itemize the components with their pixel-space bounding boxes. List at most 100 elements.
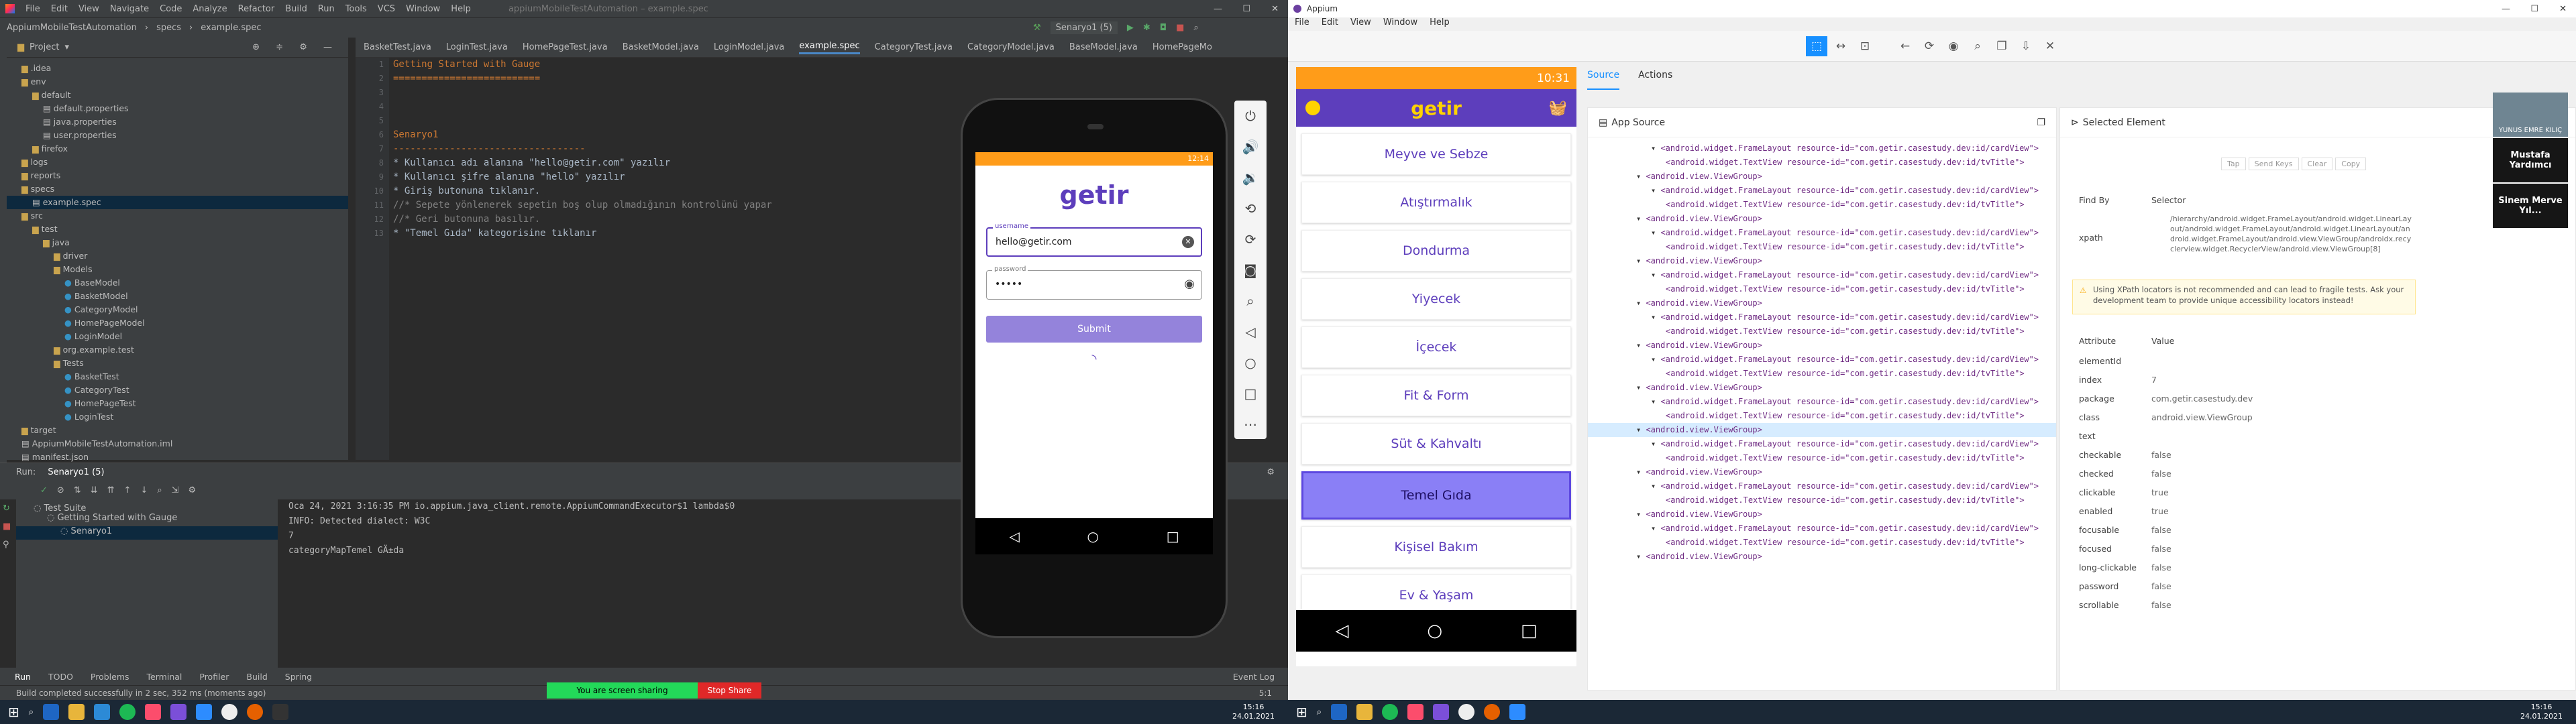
intellij-icon[interactable] bbox=[1407, 704, 1424, 720]
tree-item[interactable]: ▤ example.spec bbox=[0, 196, 348, 209]
caret-icon[interactable]: ▾ bbox=[1651, 186, 1660, 195]
down-icon[interactable]: ↓ bbox=[140, 485, 148, 495]
window-maximize-icon[interactable]: ☐ bbox=[1242, 4, 1250, 14]
chrome-icon[interactable] bbox=[221, 704, 238, 720]
zoom-icon[interactable]: ⌕ bbox=[1234, 286, 1267, 316]
ide-menu-help[interactable]: Help bbox=[451, 4, 471, 14]
xml-node[interactable]: ▾ <android.view.ViewGroup> bbox=[1588, 423, 2056, 437]
xml-node[interactable]: ▾ <android.widget.FrameLayout resource-i… bbox=[1588, 479, 2056, 493]
more-icon[interactable]: ⋯ bbox=[1234, 409, 1267, 440]
xml-node[interactable]: ▾ <android.widget.FrameLayout resource-i… bbox=[1588, 353, 2056, 367]
collapse-icon[interactable]: ⇈ bbox=[107, 485, 115, 495]
caret-icon[interactable]: ▾ bbox=[1651, 228, 1660, 237]
caret-icon[interactable]: ▾ bbox=[1651, 397, 1660, 406]
xml-node[interactable]: <android.widget.TextView resource-id="co… bbox=[1588, 493, 2056, 507]
xpath-value[interactable]: /hierarchy/android.widget.FrameLayout/an… bbox=[2170, 214, 2412, 264]
tree-item[interactable]: ● BasketTest bbox=[0, 370, 348, 383]
run-stop-icon[interactable]: ■ bbox=[3, 522, 11, 532]
xml-node[interactable]: <android.widget.TextView resource-id="co… bbox=[1588, 324, 2056, 339]
xml-node[interactable]: ▾ <android.view.ViewGroup> bbox=[1588, 465, 2056, 479]
tab-category-model[interactable]: CategoryModel.java bbox=[967, 42, 1055, 52]
code-line[interactable]: * Kullanıcı adı alanına "hello@getir.com… bbox=[393, 156, 772, 170]
window-minimize-icon[interactable]: — bbox=[1214, 4, 1222, 14]
explorer-icon[interactable] bbox=[68, 704, 85, 720]
attribute-value[interactable]: false bbox=[2151, 544, 2299, 554]
copy-button[interactable]: Copy bbox=[2335, 158, 2367, 170]
debug-icon[interactable]: ✱ bbox=[1143, 23, 1150, 33]
copy-xml-icon[interactable]: ❐ bbox=[2037, 117, 2045, 128]
code-line[interactable]: //* Sepete yönlenerek sepetin boş olup o… bbox=[393, 198, 772, 213]
caret-icon[interactable]: ▾ bbox=[1636, 214, 1646, 223]
event-log-button[interactable]: Event Log bbox=[1233, 672, 1275, 682]
xml-node[interactable]: ▾ <android.widget.FrameLayout resource-i… bbox=[1588, 184, 2056, 198]
category-item[interactable]: Fit & Form bbox=[1301, 375, 1571, 416]
code-line[interactable]: Getting Started with Gauge bbox=[393, 58, 772, 72]
attribute-value[interactable]: false bbox=[2151, 581, 2299, 591]
edge-icon[interactable] bbox=[94, 704, 111, 720]
select-element-icon[interactable]: ⬚ bbox=[1806, 36, 1827, 56]
rotate-right-icon[interactable]: ⟳ bbox=[1234, 224, 1267, 255]
submit-button[interactable]: Submit bbox=[986, 316, 1202, 343]
back-icon[interactable]: ◁ bbox=[1009, 528, 1019, 544]
tree-item[interactable]: ▆ driver bbox=[0, 249, 348, 263]
tree-item[interactable]: ▆ java bbox=[0, 236, 348, 249]
tab-category-test[interactable]: CategoryTest.java bbox=[875, 42, 953, 52]
caret-icon[interactable]: ▾ bbox=[1651, 143, 1660, 153]
eye-off-icon[interactable]: ◉ bbox=[1184, 277, 1195, 291]
menu-view[interactable]: View bbox=[1350, 17, 1371, 31]
spotify-icon[interactable] bbox=[1382, 704, 1399, 720]
category-item[interactable]: Süt & Kahvaltı bbox=[1301, 423, 1571, 465]
back-icon[interactable]: ◁ bbox=[1234, 316, 1267, 347]
block-icon[interactable]: ⊘ bbox=[57, 485, 64, 495]
password-field[interactable]: password ••••• ◉ bbox=[986, 265, 1202, 300]
category-item[interactable]: Kişisel Bakım bbox=[1301, 526, 1571, 568]
caret-icon[interactable]: ▾ bbox=[1651, 524, 1660, 533]
run-icon[interactable]: ▶ bbox=[1127, 23, 1134, 33]
tab-terminal[interactable]: Terminal bbox=[147, 672, 182, 682]
explorer-icon[interactable] bbox=[1356, 704, 1373, 720]
ide-menu-edit[interactable]: Edit bbox=[51, 4, 68, 14]
cursor-position[interactable]: 5:1 bbox=[1259, 688, 1272, 698]
taskbar-clock[interactable]: 15:16 24.01.2021 bbox=[1232, 703, 1275, 721]
caret-icon[interactable]: ▾ bbox=[1636, 341, 1646, 350]
recents-icon[interactable]: □ bbox=[1167, 528, 1179, 544]
project-label[interactable]: Project bbox=[30, 42, 59, 52]
category-item[interactable]: Meyve ve Sebze bbox=[1301, 133, 1571, 175]
console-output[interactable]: Oca 24, 2021 3:16:35 PM io.appium.java_c… bbox=[288, 499, 735, 558]
tree-item[interactable]: ▆ Tests bbox=[0, 357, 348, 370]
taskbar-clock[interactable]: 15:16 24.01.2021 bbox=[2520, 703, 2563, 721]
category-item[interactable]: İçecek bbox=[1301, 326, 1571, 368]
pin-icon[interactable]: ⚲ bbox=[3, 540, 11, 550]
code-area[interactable]: Getting Started with Gauge ==============… bbox=[393, 58, 772, 241]
xml-node[interactable]: ▾ <android.widget.FrameLayout resource-i… bbox=[1588, 268, 2056, 282]
caret-icon[interactable]: ▾ bbox=[1636, 467, 1646, 477]
ide-menu-window[interactable]: Window bbox=[406, 4, 440, 14]
ide-menu-run[interactable]: Run bbox=[318, 4, 335, 14]
swipe-icon[interactable]: ↔ bbox=[1830, 36, 1851, 56]
ide-menu-view[interactable]: View bbox=[78, 4, 99, 14]
tab-todo[interactable]: TODO bbox=[48, 672, 73, 682]
scenario-node[interactable]: ◌ Senaryo1 bbox=[16, 526, 278, 540]
code-line[interactable]: * "Temel Gıda" kategorisine tıklanır bbox=[393, 227, 772, 241]
caret-icon[interactable]: ▾ bbox=[1636, 383, 1646, 392]
tree-item[interactable]: ▤ user.properties bbox=[0, 129, 348, 142]
task-view-icon[interactable] bbox=[1331, 704, 1348, 720]
tree-item[interactable]: ● HomePageTest bbox=[0, 397, 348, 410]
stop-icon[interactable]: ■ bbox=[1176, 23, 1184, 33]
up-icon[interactable]: ↑ bbox=[124, 485, 131, 495]
category-item[interactable]: Atıştırmalık bbox=[1301, 182, 1571, 223]
code-line[interactable]: ---------------------------------- bbox=[393, 142, 772, 156]
power-icon[interactable]: ⏻ bbox=[1234, 101, 1267, 131]
ide-menu-code[interactable]: Code bbox=[160, 4, 182, 14]
maximize-icon[interactable]: ☐ bbox=[2530, 4, 2538, 14]
export-icon[interactable]: ⇲ bbox=[172, 485, 179, 495]
run-config-tab[interactable]: Senaryo1 (5) bbox=[48, 467, 104, 477]
caret-icon[interactable]: ▾ bbox=[1651, 270, 1660, 280]
category-item[interactable]: Temel Gıda bbox=[1301, 471, 1571, 520]
caret-icon[interactable]: ▾ bbox=[1651, 439, 1660, 448]
tree-item[interactable]: ● CategoryTest bbox=[0, 383, 348, 397]
tab-example-spec[interactable]: example.spec bbox=[799, 41, 860, 54]
tree-item[interactable]: ▤ manifest.json bbox=[0, 450, 348, 464]
tree-item[interactable]: ▆ reports bbox=[0, 169, 348, 182]
code-line[interactable] bbox=[393, 86, 772, 100]
